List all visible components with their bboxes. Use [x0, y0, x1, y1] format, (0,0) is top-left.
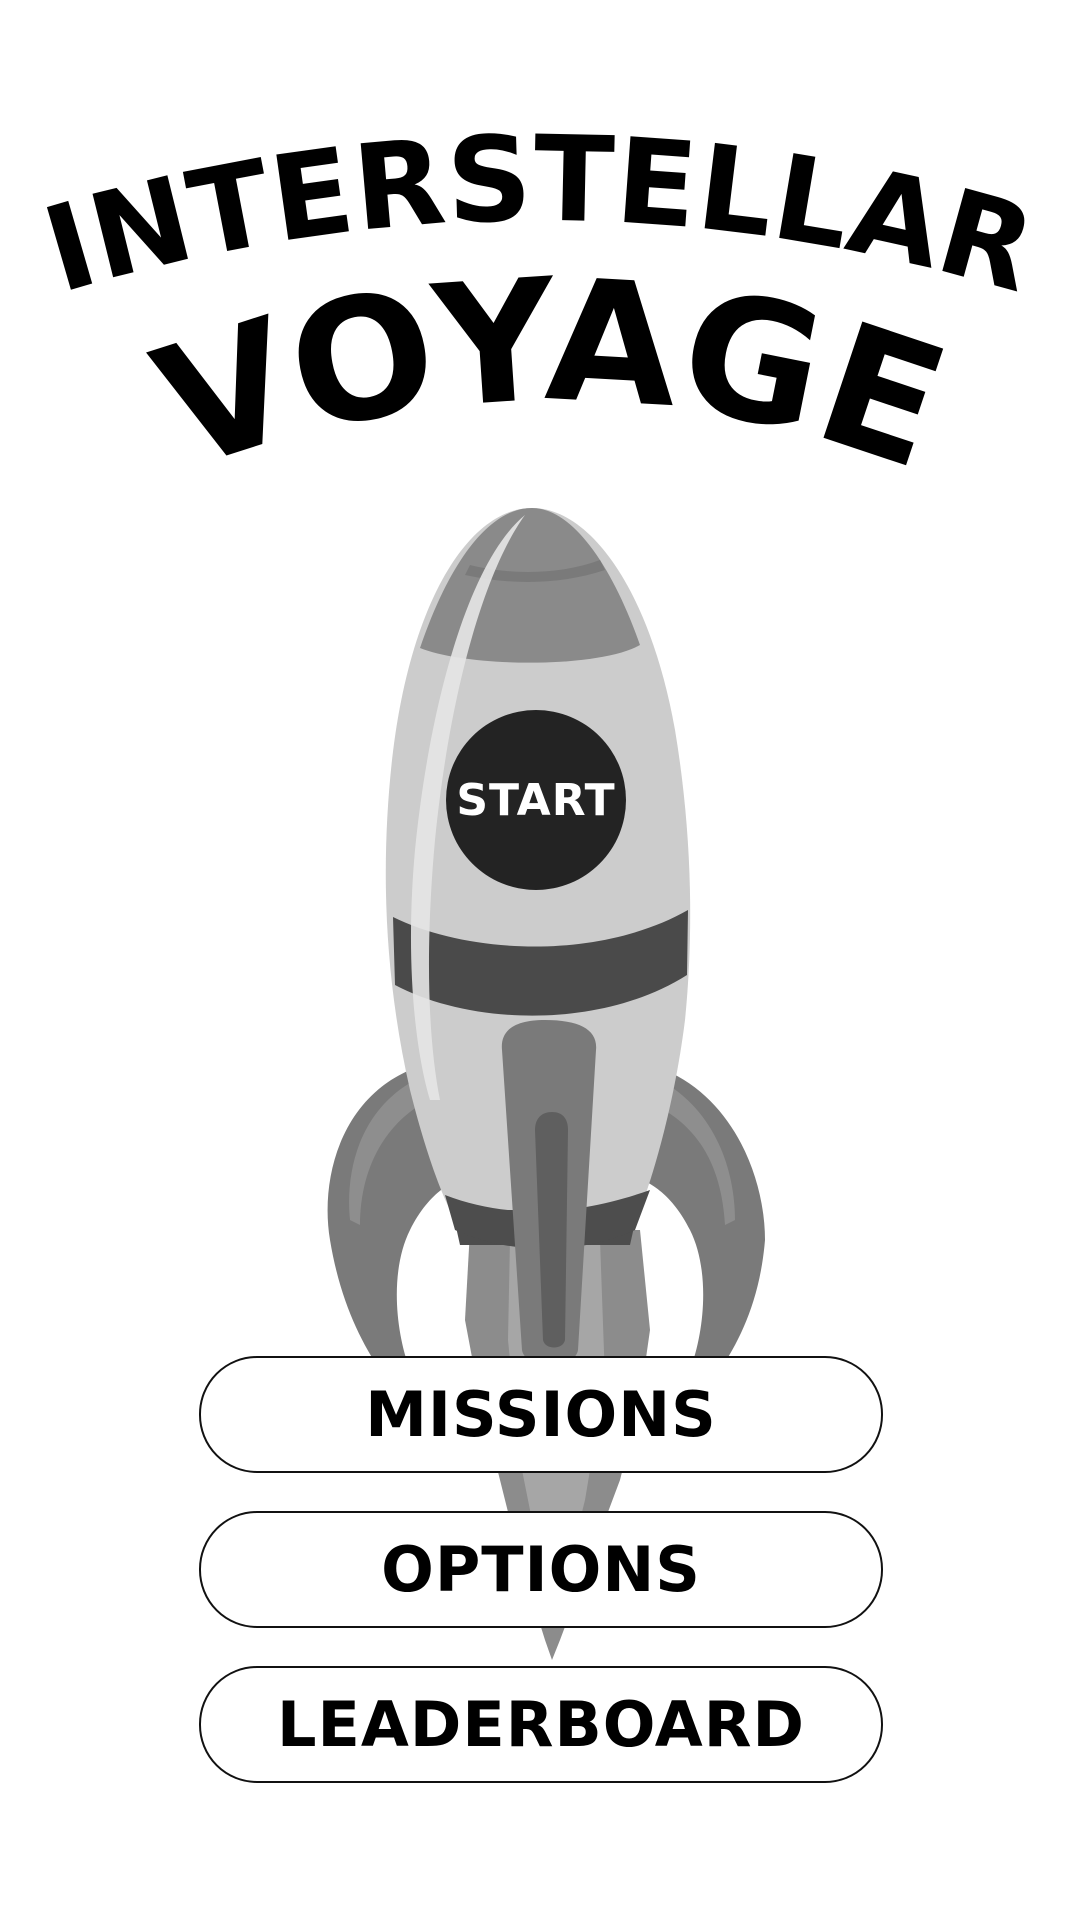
game-title: INTERSTELLAR VOYAGE [30, 109, 1049, 508]
leaderboard-button[interactable]: LEADERBOARD [199, 1666, 883, 1783]
start-button-label: START [456, 774, 616, 826]
title-line-2: VOYAGE [135, 242, 967, 508]
title-line-1: INTERSTELLAR [30, 109, 1049, 319]
options-button[interactable]: OPTIONS [199, 1511, 883, 1628]
title-line-1-text: INTERSTELLAR [30, 109, 1049, 319]
start-button[interactable]: START [446, 710, 626, 890]
leaderboard-button-label: LEADERBOARD [277, 1688, 805, 1761]
title-line-2-text: VOYAGE [135, 242, 967, 508]
main-menu: MISSIONS OPTIONS LEADERBOARD [199, 1356, 883, 1821]
missions-button-label: MISSIONS [365, 1378, 717, 1451]
options-button-label: OPTIONS [381, 1533, 701, 1606]
missions-button[interactable]: MISSIONS [199, 1356, 883, 1473]
